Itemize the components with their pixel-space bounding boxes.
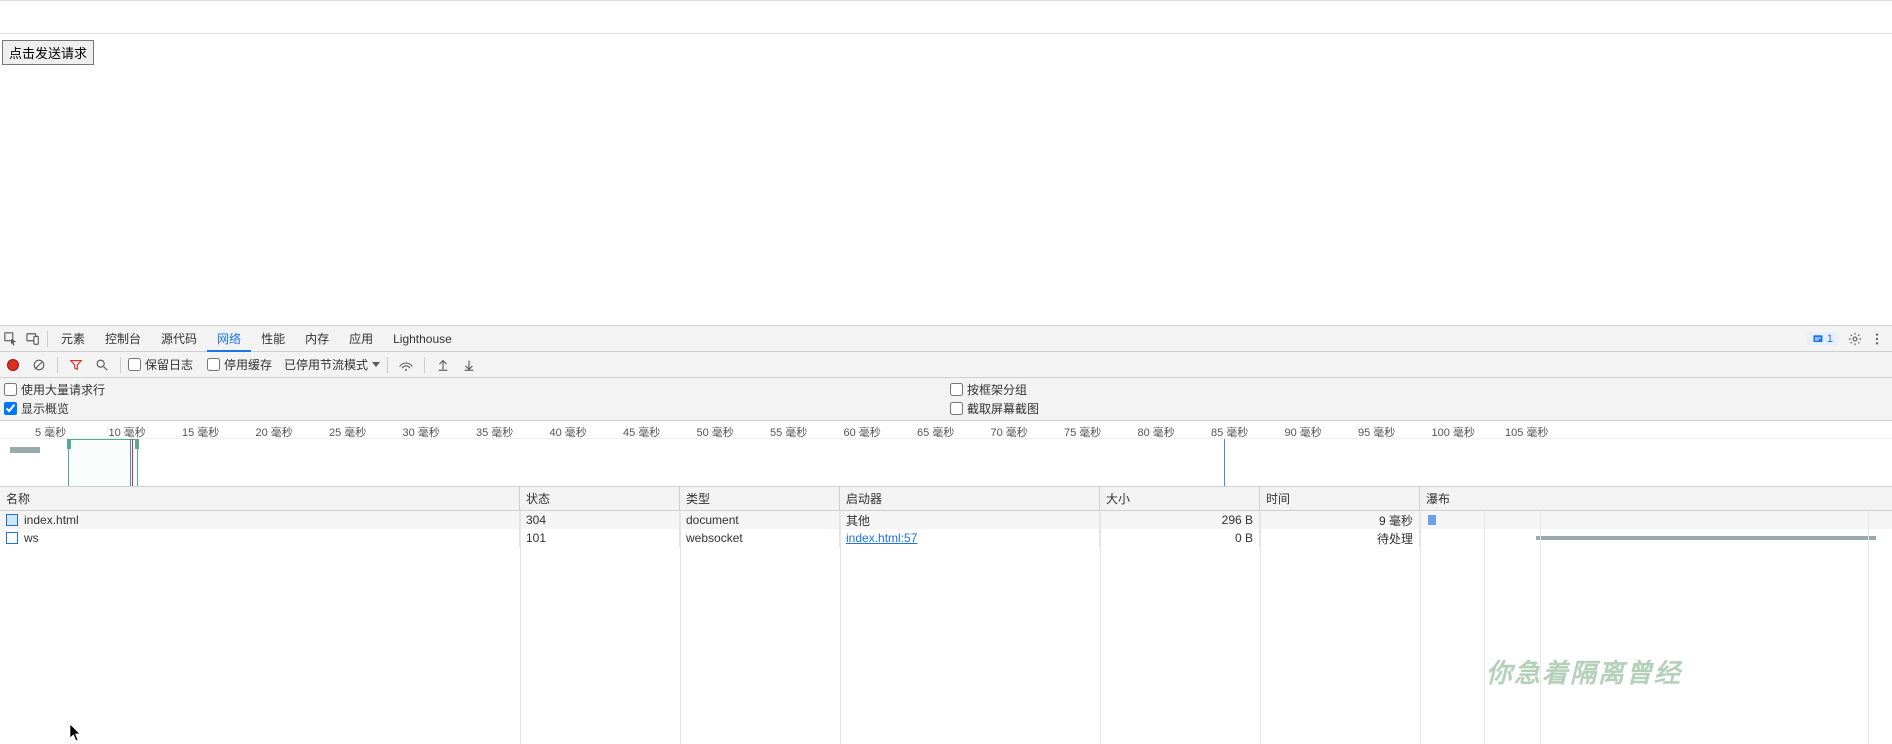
timeline-tick: 40 毫秒 [550, 424, 587, 440]
network-conditions-icon[interactable] [395, 354, 417, 376]
initiator-link[interactable]: index.html:57 [846, 531, 917, 545]
cell-waterfall [1420, 529, 1892, 547]
large-rows-checkbox[interactable]: 使用大量请求行 [4, 381, 942, 398]
tab-sources[interactable]: 源代码 [151, 326, 207, 352]
import-har-icon[interactable] [432, 354, 454, 376]
cell-initiator: index.html:57 [840, 529, 1100, 547]
column-waterfall[interactable]: 瀑布 [1420, 487, 1892, 510]
show-overview-label: 显示概览 [21, 400, 69, 417]
disable-cache-label: 停用缓存 [224, 356, 272, 373]
document-icon [6, 514, 18, 526]
column-status[interactable]: 状态 [520, 487, 680, 510]
timeline-tick: 30 毫秒 [403, 424, 440, 440]
more-menu-icon[interactable] [1866, 327, 1888, 351]
tab-performance[interactable]: 性能 [251, 326, 295, 352]
group-by-frame-checkbox[interactable]: 按框架分组 [950, 381, 1888, 398]
timeline-tick: 20 毫秒 [256, 424, 293, 440]
table-row[interactable]: ws 101 websocket index.html:57 0 B 待处理 [0, 529, 1892, 547]
cell-status: 101 [520, 529, 680, 547]
chevron-down-icon [372, 362, 380, 367]
tab-network[interactable]: 网络 [207, 326, 251, 352]
cell-name: ws [0, 529, 520, 547]
request-name: index.html [24, 513, 79, 527]
tab-lighthouse[interactable]: Lighthouse [383, 326, 462, 352]
column-type[interactable]: 类型 [680, 487, 840, 510]
tab-console[interactable]: 控制台 [95, 326, 151, 352]
cell-initiator: 其他 [840, 511, 1100, 529]
timeline-tick: 50 毫秒 [697, 424, 734, 440]
show-overview-checkbox[interactable]: 显示概览 [4, 400, 942, 417]
disable-cache-checkbox[interactable]: 停用缓存 [207, 356, 272, 373]
inspect-element-icon[interactable] [0, 327, 22, 351]
filter-icon[interactable] [65, 354, 87, 376]
timeline-tick: 45 毫秒 [623, 424, 660, 440]
throttling-label: 已停用节流模式 [284, 356, 368, 373]
timeline-tick: 105 毫秒 [1505, 424, 1548, 440]
cell-size: 296 B [1100, 511, 1260, 529]
mouse-cursor-icon [70, 724, 82, 742]
device-toggle-icon[interactable] [22, 327, 44, 351]
issues-count: 1 [1827, 333, 1833, 345]
clear-icon[interactable] [28, 354, 50, 376]
record-button[interactable] [2, 354, 24, 376]
network-toolbar: 保留日志 停用缓存 已停用节流模式 [0, 352, 1892, 378]
requests-table-body: index.html 304 document 其他 296 B 9 毫秒 ws… [0, 511, 1892, 744]
cell-status: 304 [520, 511, 680, 529]
timeline-tick: 80 毫秒 [1138, 424, 1175, 440]
timeline-tick: 25 毫秒 [329, 424, 366, 440]
settings-icon[interactable] [1844, 327, 1866, 351]
timeline-tick: 95 毫秒 [1358, 424, 1395, 440]
watermark-text: 你急着隔离曾经 [1486, 653, 1682, 690]
requests-table-header: 名称 状态 类型 启动器 大小 时间 瀑布 [0, 487, 1892, 511]
preserve-log-label: 保留日志 [145, 356, 193, 373]
cell-size: 0 B [1100, 529, 1260, 547]
network-view-options: 使用大量请求行 显示概览 按框架分组 截取屏幕截图 [0, 378, 1892, 421]
cell-waterfall [1420, 511, 1892, 529]
preserve-log-checkbox[interactable]: 保留日志 [128, 356, 193, 373]
devtools-tabs: 元素 控制台 源代码 网络 性能 内存 应用 Lighthouse 1 [0, 326, 1892, 352]
column-initiator[interactable]: 启动器 [840, 487, 1100, 510]
websocket-icon [6, 532, 18, 544]
column-time[interactable]: 时间 [1260, 487, 1420, 510]
timeline-tick: 15 毫秒 [182, 424, 219, 440]
screenshots-checkbox[interactable]: 截取屏幕截图 [950, 400, 1888, 417]
request-name: ws [24, 531, 39, 545]
tab-memory[interactable]: 内存 [295, 326, 339, 352]
cell-type: websocket [680, 529, 840, 547]
tab-elements[interactable]: 元素 [51, 326, 95, 352]
timeline-tick: 10 毫秒 [109, 424, 146, 440]
large-rows-label: 使用大量请求行 [21, 381, 105, 398]
devtools-panel: 元素 控制台 源代码 网络 性能 内存 应用 Lighthouse 1 [0, 325, 1892, 744]
column-name[interactable]: 名称 [0, 487, 520, 510]
timeline-tick: 90 毫秒 [1285, 424, 1322, 440]
tab-application[interactable]: 应用 [339, 326, 383, 352]
timeline-tick: 35 毫秒 [476, 424, 513, 440]
cell-time: 待处理 [1260, 529, 1420, 547]
timeline-tick: 100 毫秒 [1432, 424, 1475, 440]
screenshots-label: 截取屏幕截图 [967, 400, 1039, 417]
cell-name: index.html [0, 511, 520, 529]
timeline-tick: 75 毫秒 [1064, 424, 1101, 440]
timeline-tick: 60 毫秒 [844, 424, 881, 440]
column-size[interactable]: 大小 [1100, 487, 1260, 510]
timeline-overview[interactable]: 5 毫秒 10 毫秒 15 毫秒 20 毫秒 25 毫秒 30 毫秒 35 毫秒 40 毫秒 4… [0, 421, 1892, 487]
export-har-icon[interactable] [458, 354, 480, 376]
cell-type: document [680, 511, 840, 529]
send-request-button[interactable]: 点击发送请求 [2, 40, 94, 65]
table-row[interactable]: index.html 304 document 其他 296 B 9 毫秒 [0, 511, 1892, 529]
timeline-tick: 5 毫秒 [35, 424, 66, 440]
cell-time: 9 毫秒 [1260, 511, 1420, 529]
timeline-tick: 65 毫秒 [917, 424, 954, 440]
search-icon[interactable] [91, 354, 113, 376]
timeline-tick: 55 毫秒 [770, 424, 807, 440]
issues-chip[interactable]: 1 [1807, 332, 1838, 346]
timeline-tick: 85 毫秒 [1211, 424, 1248, 440]
throttling-dropdown[interactable]: 已停用节流模式 [284, 356, 380, 373]
group-by-frame-label: 按框架分组 [967, 381, 1027, 398]
timeline-tick: 70 毫秒 [991, 424, 1028, 440]
